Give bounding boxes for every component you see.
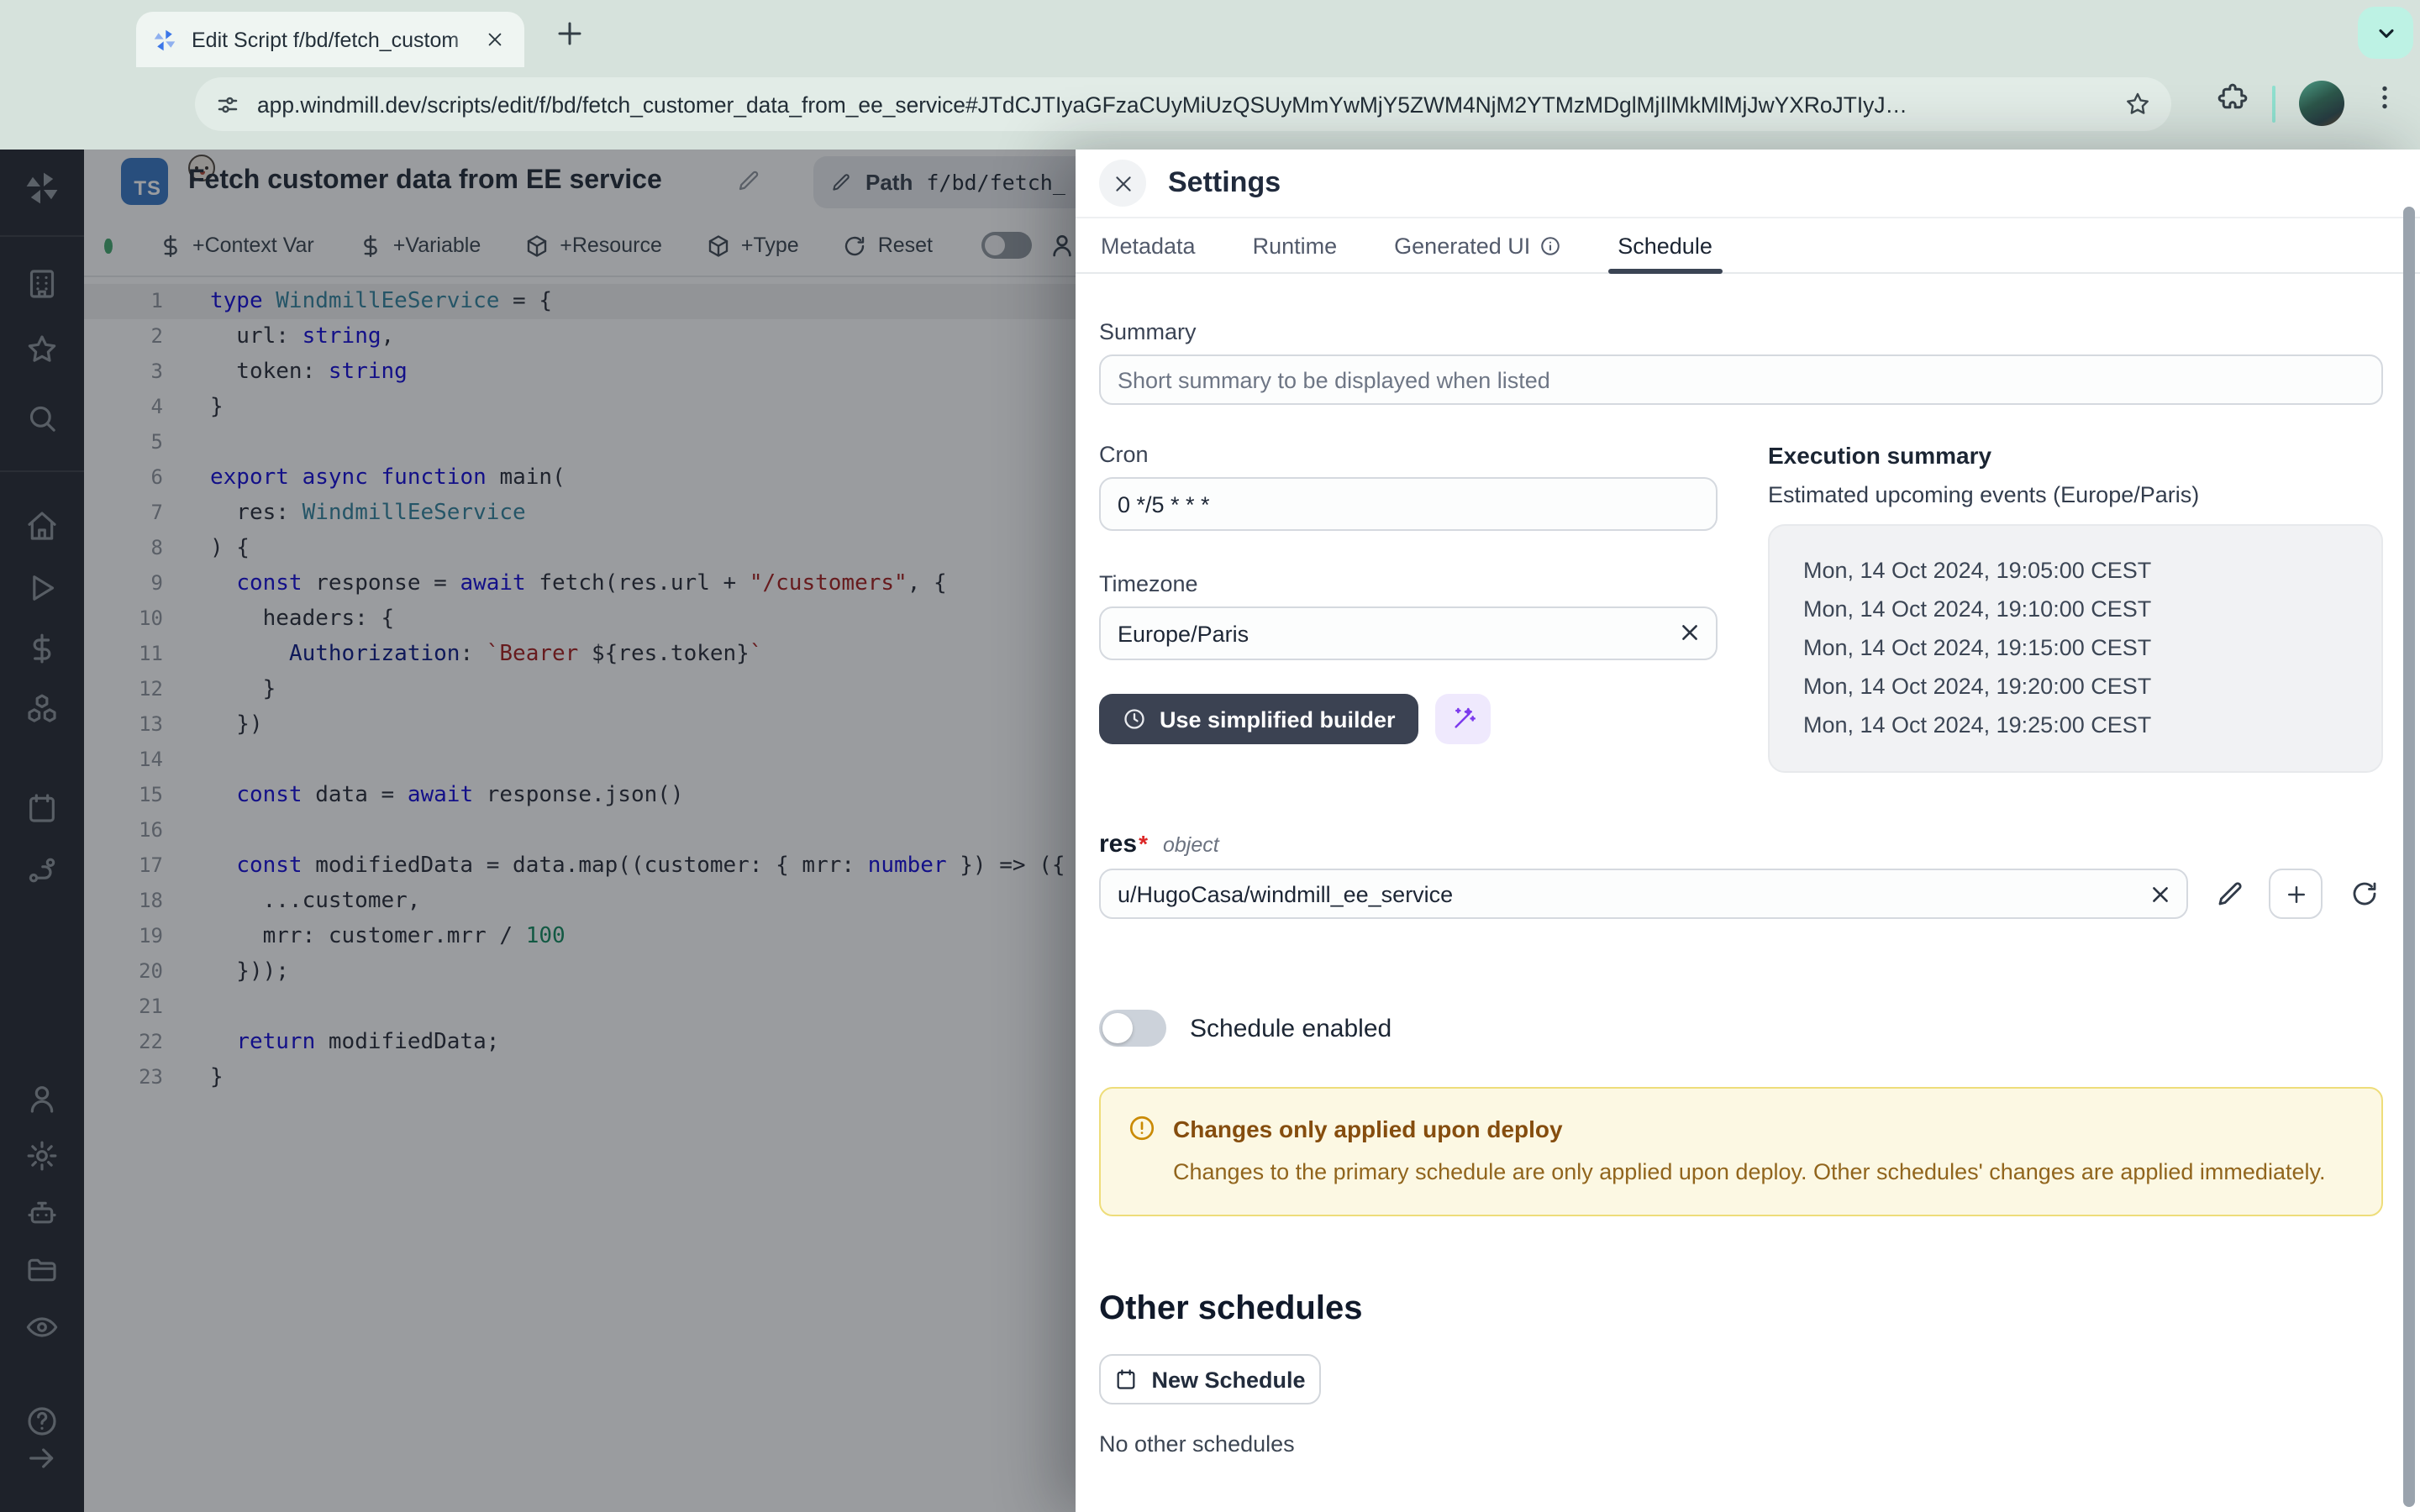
cron-input[interactable]	[1099, 477, 1718, 531]
upcoming-event: Mon, 14 Oct 2024, 19:25:00 CEST	[1803, 706, 2381, 744]
drawer-title: Settings	[1168, 166, 1281, 200]
drawer-scrollbar[interactable]	[2403, 207, 2415, 1507]
res-name: res	[1099, 830, 1137, 858]
url-text: app.windmill.dev/scripts/edit/f/bd/fetch…	[257, 92, 2107, 117]
close-drawer-button[interactable]	[1099, 160, 1146, 207]
execution-summary-title: Execution summary	[1768, 442, 2383, 469]
timezone-label: Timezone	[1099, 571, 1718, 596]
summary-section: Summary	[1099, 319, 2383, 405]
upcoming-events-panel: Mon, 14 Oct 2024, 19:05:00 CESTMon, 14 O…	[1768, 524, 2383, 773]
upcoming-event: Mon, 14 Oct 2024, 19:20:00 CEST	[1803, 667, 2381, 706]
cron-column: Cron Timezone Use	[1099, 442, 1718, 773]
simplified-builder-button[interactable]: Use simplified builder	[1099, 694, 1419, 744]
browser-chrome: Edit Script f/bd/fetch_custom	[0, 0, 2420, 150]
extensions-icon[interactable]	[2217, 82, 2249, 114]
info-icon	[1539, 234, 1560, 256]
upcoming-event: Mon, 14 Oct 2024, 19:15:00 CEST	[1803, 628, 2381, 667]
required-asterisk: *	[1139, 830, 1148, 857]
schedule-tab-content: Summary Cron Timezone	[1076, 276, 2420, 1512]
clear-resource-icon[interactable]	[2149, 884, 2171, 906]
browser-tab[interactable]: Edit Script f/bd/fetch_custom	[136, 12, 524, 67]
summary-label: Summary	[1099, 319, 2383, 344]
schedule-enabled-label: Schedule enabled	[1190, 1014, 1392, 1042]
browser-navbar: app.windmill.dev/scripts/edit/f/bd/fetch…	[0, 67, 2420, 141]
settings-drawer: Settings Metadata Runtime Generated UI Sche…	[1076, 150, 2420, 1512]
ai-cron-button[interactable]	[1436, 694, 1491, 744]
schedule-enabled-toggle[interactable]	[1099, 1010, 1166, 1047]
bookmark-star-icon[interactable]	[2124, 91, 2151, 118]
drawer-backdrop[interactable]	[0, 150, 1076, 1512]
tab-close-icon[interactable]	[481, 25, 509, 54]
magic-wand-icon	[1450, 706, 1477, 732]
url-bar[interactable]: app.windmill.dev/scripts/edit/f/bd/fetch…	[195, 77, 2171, 131]
timezone-input[interactable]	[1099, 606, 1718, 660]
new-tab-button[interactable]	[555, 18, 585, 49]
deploy-warning: Changes only applied upon deploy Changes…	[1099, 1087, 2383, 1216]
tab-runtime[interactable]: Runtime	[1249, 218, 1341, 272]
resource-input[interactable]	[1099, 869, 2188, 919]
tab-strip: Edit Script f/bd/fetch_custom	[0, 0, 2420, 67]
add-resource-button[interactable]	[2269, 869, 2323, 919]
calendar-icon	[1114, 1368, 1138, 1391]
clear-timezone-icon[interactable]	[1679, 622, 1701, 643]
warning-title: Changes only applied upon deploy	[1173, 1115, 1563, 1142]
tab-title: Edit Script f/bd/fetch_custom	[192, 28, 481, 51]
drawer-tabs: Metadata Runtime Generated UI Schedule	[1076, 218, 2420, 274]
tab-generated-ui[interactable]: Generated UI	[1391, 218, 1564, 272]
drawer-header: Settings	[1076, 150, 2420, 218]
warning-body: Changes to the primary schedule are only…	[1173, 1156, 2349, 1189]
no-other-schedules-text: No other schedules	[1099, 1431, 2383, 1457]
edit-resource-pencil-icon[interactable]	[2215, 879, 2245, 909]
res-type: object	[1163, 833, 1219, 857]
site-info-icon[interactable]	[215, 92, 240, 117]
upcoming-event: Mon, 14 Oct 2024, 19:10:00 CEST	[1803, 590, 2381, 628]
alert-circle-icon	[1128, 1114, 1156, 1142]
summary-input[interactable]	[1099, 354, 2383, 405]
execution-summary-subtitle: Estimated upcoming events (Europe/Paris)	[1768, 482, 2383, 507]
upcoming-event: Mon, 14 Oct 2024, 19:05:00 CEST	[1803, 551, 2381, 590]
toolbar-separator	[2272, 86, 2275, 123]
schedule-enabled-row: Schedule enabled	[1099, 1010, 2383, 1047]
browser-menu-icon[interactable]	[2370, 82, 2400, 113]
res-argument-section: res * object	[1099, 830, 2383, 919]
new-schedule-button[interactable]: New Schedule	[1099, 1354, 1321, 1404]
cron-label: Cron	[1099, 442, 1718, 467]
other-schedules-heading: Other schedules	[1099, 1290, 2383, 1329]
screen: Edit Script f/bd/fetch_custom	[0, 0, 2420, 1512]
windmill-favicon-icon	[151, 26, 178, 53]
profile-avatar[interactable]	[2299, 81, 2344, 126]
refresh-resource-icon[interactable]	[2349, 879, 2380, 909]
browser-panel-chevron-button[interactable]	[2358, 7, 2413, 59]
tab-schedule[interactable]: Schedule	[1614, 218, 1716, 272]
tab-metadata[interactable]: Metadata	[1097, 218, 1199, 272]
clock-icon	[1123, 707, 1146, 731]
execution-summary-section: Execution summary Estimated upcoming eve…	[1768, 442, 2383, 773]
